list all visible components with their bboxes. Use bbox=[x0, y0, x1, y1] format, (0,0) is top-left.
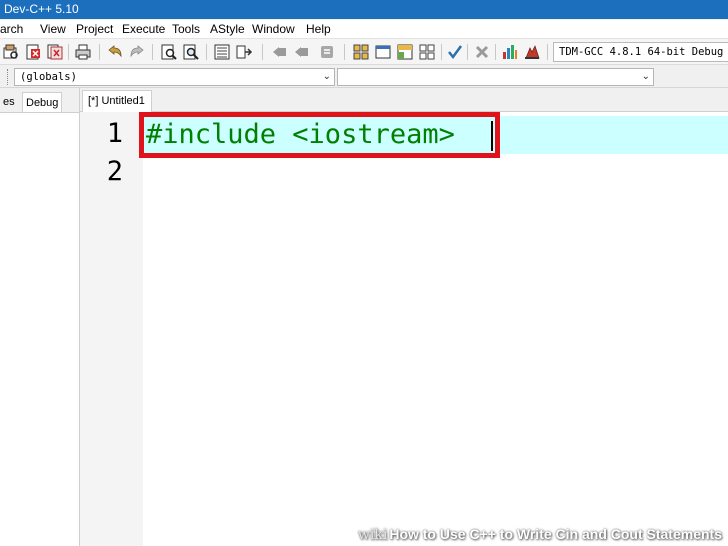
class-combo-value: (globals) bbox=[20, 71, 77, 83]
run-icon[interactable] bbox=[374, 43, 392, 61]
editor-tab-strip: [*] Untitled1 bbox=[80, 88, 728, 112]
menu-view[interactable]: View bbox=[40, 20, 66, 39]
redo-icon[interactable] bbox=[128, 43, 146, 61]
tab-debug[interactable]: Debug bbox=[22, 92, 63, 112]
code-editor[interactable]: 1 2 #include <iostream> bbox=[80, 112, 728, 546]
tab-classes[interactable]: es bbox=[0, 92, 18, 112]
compile-run-icon[interactable] bbox=[396, 43, 414, 61]
watermark: wiki How to Use C++ to Write Cin and Cout… bbox=[358, 526, 722, 543]
bookmark-icon[interactable] bbox=[318, 43, 336, 61]
window-title: Dev-C++ 5.10 bbox=[4, 2, 79, 16]
toolbar-grip[interactable] bbox=[7, 69, 9, 85]
chevron-down-icon[interactable]: ⌄ bbox=[323, 69, 331, 85]
menu-search[interactable]: arch bbox=[0, 20, 23, 39]
unindent-icon[interactable] bbox=[235, 43, 253, 61]
syntax-check-icon[interactable] bbox=[446, 43, 464, 61]
undo-icon[interactable] bbox=[106, 43, 124, 61]
menu-execute[interactable]: Execute bbox=[122, 20, 165, 39]
rebuild-icon[interactable] bbox=[418, 43, 436, 61]
dev-cpp-window: Dev-C++ 5.10 arch View Project Execute T… bbox=[0, 0, 728, 546]
editor-tab-untitled1[interactable]: [*] Untitled1 bbox=[82, 90, 152, 112]
chevron-down-icon[interactable]: ⌄ bbox=[642, 69, 650, 85]
watermark-text: How to Use C++ to Write Cin and Cout Sta… bbox=[389, 526, 722, 542]
chart-icon[interactable] bbox=[501, 43, 519, 61]
compiler-select[interactable]: TDM-GCC 4.8.1 64-bit Debug bbox=[553, 42, 728, 62]
scope-bar: (globals) ⌄ ⌄ bbox=[0, 66, 728, 88]
menu-project[interactable]: Project bbox=[76, 20, 113, 39]
panel-content bbox=[0, 112, 79, 546]
line-number-gutter: 1 2 bbox=[80, 112, 143, 546]
close-file-icon[interactable] bbox=[24, 43, 42, 61]
panel-tabs: es Debug bbox=[0, 92, 80, 112]
menu-window[interactable]: Window bbox=[252, 20, 295, 39]
print-icon[interactable] bbox=[74, 43, 92, 61]
stop-icon[interactable] bbox=[473, 43, 491, 61]
indent-icon[interactable] bbox=[213, 43, 231, 61]
compile-icon[interactable] bbox=[352, 43, 370, 61]
line-number: 1 bbox=[106, 118, 123, 149]
menu-tools[interactable]: Tools bbox=[172, 20, 200, 39]
annotation-highlight-box bbox=[139, 112, 500, 158]
watermark-brand: wiki bbox=[357, 527, 388, 543]
title-bar: Dev-C++ 5.10 bbox=[0, 0, 728, 19]
debug-icon[interactable] bbox=[523, 43, 541, 61]
replace-icon[interactable] bbox=[182, 43, 200, 61]
class-combo[interactable]: (globals) ⌄ bbox=[14, 68, 335, 86]
toolbar: TDM-GCC 4.8.1 64-bit Debug bbox=[0, 39, 728, 65]
member-combo[interactable]: ⌄ bbox=[337, 68, 654, 86]
goto-back-icon[interactable] bbox=[270, 43, 288, 61]
menu-bar: arch View Project Execute Tools AStyle W… bbox=[0, 20, 728, 39]
close-all-icon[interactable] bbox=[46, 43, 64, 61]
project-panel: es Debug bbox=[0, 88, 80, 546]
goto-forward-icon[interactable] bbox=[292, 43, 310, 61]
find-icon[interactable] bbox=[160, 43, 178, 61]
menu-astyle[interactable]: AStyle bbox=[210, 20, 245, 39]
print-preview-icon[interactable] bbox=[2, 43, 20, 61]
menu-help[interactable]: Help bbox=[306, 20, 331, 39]
line-number: 2 bbox=[106, 156, 123, 187]
